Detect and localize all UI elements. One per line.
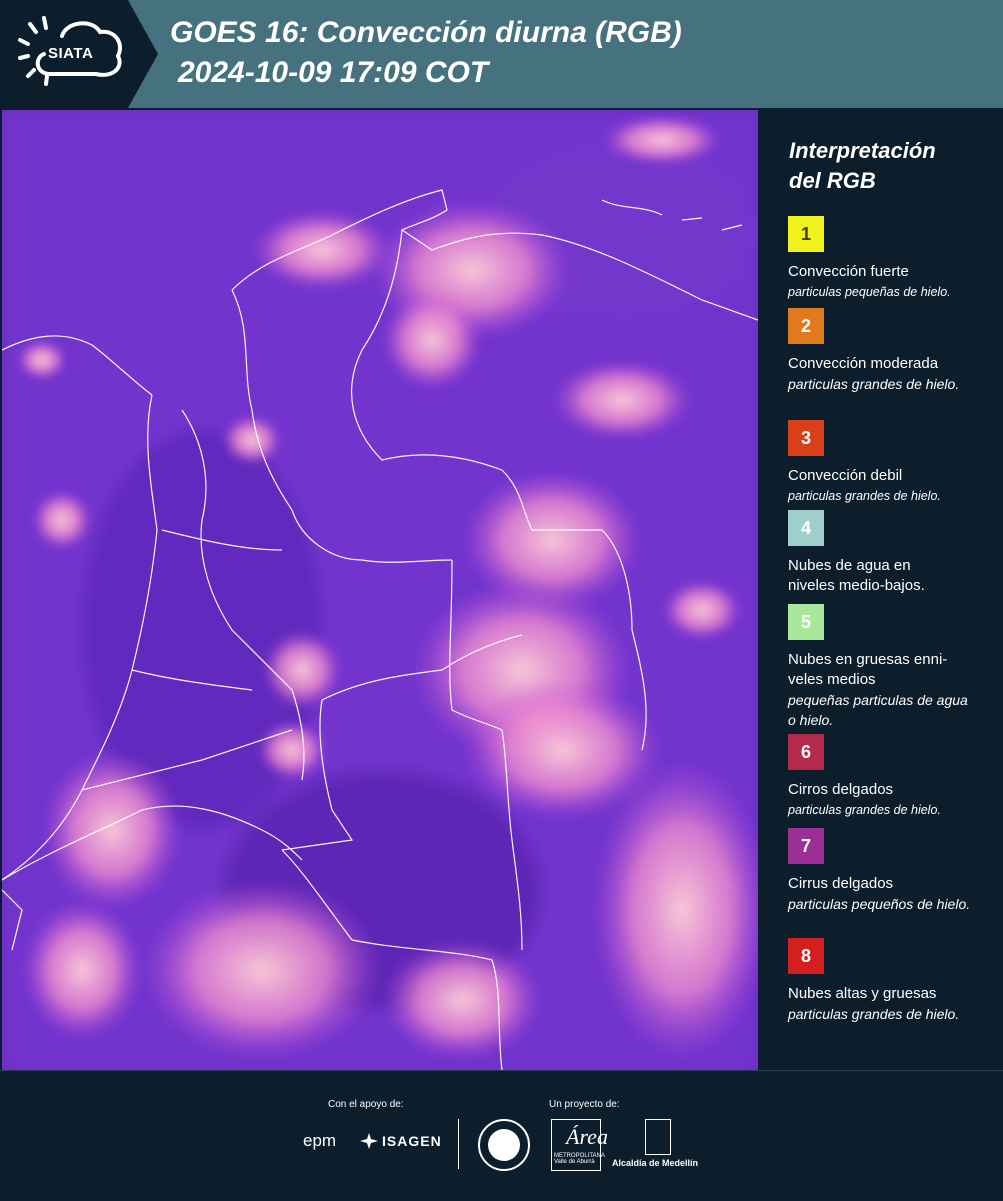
- siata-logo-text: SIATA: [48, 45, 94, 62]
- legend-swatch-1: 1: [788, 216, 824, 252]
- legend-item-6: 6 Cirros delgados particulas grandes de …: [788, 734, 988, 820]
- page-timestamp: 2024-10-09 17:09 COT: [178, 56, 489, 89]
- legend-swatch-5: 5: [788, 604, 824, 640]
- legend-item-7: 7 Cirrus delgados particulas pequeños de…: [788, 828, 988, 914]
- legend-swatch-4: 4: [788, 510, 824, 546]
- header-bar: SIATA GOES 16: Convección diurna (RGB) 2…: [0, 0, 1003, 108]
- isagen-logo-text: ISAGEN: [382, 1133, 442, 1149]
- legend-label-5: Nubes en gruesas enni-veles medios: [788, 651, 948, 688]
- legend-sub-7: particulas pequeños de hielo.: [788, 896, 971, 912]
- legend-swatch-3: 3: [788, 420, 824, 456]
- legend-swatch-6: 6: [788, 734, 824, 770]
- legend-sub-3: particulas grandes de hielo.: [788, 489, 941, 503]
- legend-label-6: Cirros delgados: [788, 781, 894, 798]
- legend-item-3: 3 Convección debil particulas grandes de…: [788, 420, 988, 506]
- legend-item-2: 2 Convección moderada particulas grandes…: [788, 308, 988, 394]
- legend-item-1: 1 Convección fuerte particulas pequeñas …: [788, 216, 988, 302]
- legend-title-line1: Interpretación: [789, 138, 936, 163]
- legend-label-7: Cirrus delgados: [788, 875, 894, 892]
- epm-logo-text: epm: [303, 1131, 337, 1150]
- legend-label-3: Convección debil: [788, 467, 903, 484]
- alcaldia-shield-icon[interactable]: [645, 1119, 671, 1155]
- legend-label-1: Convección fuerte: [788, 263, 909, 280]
- legend-item-4: 4 Nubes de agua en niveles medio-bajos.: [788, 510, 988, 596]
- legend-label-8: Nubes altas y gruesas: [788, 985, 937, 1002]
- legend-title: Interpretación del RGB: [789, 136, 989, 196]
- metropolitan-seal-logo[interactable]: [478, 1119, 530, 1171]
- page-title: GOES 16: Convección diurna (RGB): [170, 16, 682, 49]
- legend-item-8: 8 Nubes altas y gruesas particulas grand…: [788, 938, 988, 1024]
- legend-item-5: 5 Nubes en gruesas enni-veles medios peq…: [788, 604, 988, 730]
- support-label: Con el apoyo de:: [328, 1099, 404, 1110]
- footer: Con el apoyo de: Un proyecto de: epm ISA…: [0, 1070, 1003, 1201]
- epm-logo[interactable]: epm: [303, 1131, 336, 1151]
- legend-label-2: Convección moderada: [788, 355, 939, 372]
- footer-divider: [458, 1119, 459, 1169]
- legend-sub-2: particulas grandes de hielo.: [788, 376, 960, 392]
- seal-emblem-icon: [488, 1129, 520, 1161]
- legend-label-4: Nubes de agua en niveles medio-bajos.: [788, 557, 925, 594]
- legend-swatch-7: 7: [788, 828, 824, 864]
- legend-sub-1: particulas pequeñas de hielo.: [788, 285, 951, 299]
- siata-logo[interactable]: SIATA: [0, 0, 158, 108]
- area-logo-text: Área: [566, 1124, 608, 1149]
- legend-sub-5: pequeñas particulas de agua o hielo.: [788, 692, 968, 728]
- rgb-legend: Interpretación del RGB 1 Convección fuer…: [762, 110, 1003, 1070]
- satellite-rgb-image[interactable]: [2, 110, 758, 1070]
- isagen-logo[interactable]: ISAGEN: [360, 1133, 442, 1149]
- legend-sub-8: particulas grandes de hielo.: [788, 1006, 960, 1022]
- legend-swatch-2: 2: [788, 308, 824, 344]
- isagen-star-icon: [360, 1133, 378, 1149]
- legend-title-line2: del RGB: [789, 168, 876, 193]
- area-metropolitana-logo[interactable]: Área METROPOLITANA Valle de Aburrá: [551, 1119, 608, 1171]
- legend-swatch-8: 8: [788, 938, 824, 974]
- alcaldia-label: Alcaldía de Medellín: [612, 1158, 699, 1168]
- legend-sub-6: particulas grandes de hielo.: [788, 803, 941, 817]
- project-label: Un proyecto de:: [549, 1099, 620, 1110]
- area-logo-subtext: METROPOLITANA Valle de Aburrá: [554, 1153, 605, 1165]
